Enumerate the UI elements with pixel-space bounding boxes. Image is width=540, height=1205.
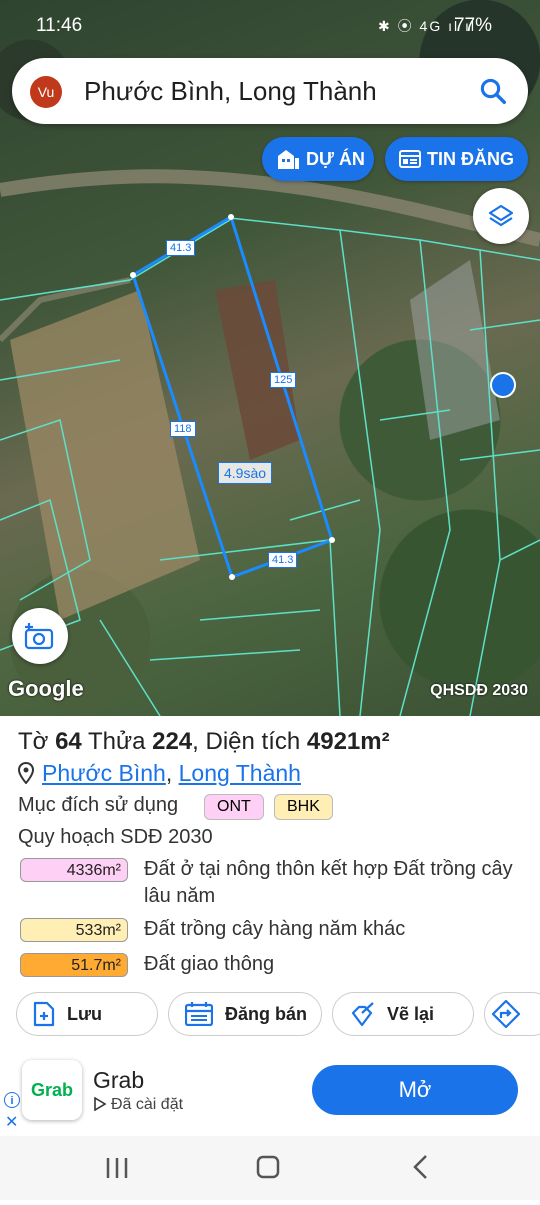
area-label: 4.9sào (218, 462, 273, 484)
redraw-label: Vẽ lại (387, 1003, 435, 1024)
open-app-button[interactable]: Mở (312, 1065, 518, 1115)
search-icon[interactable] (478, 76, 508, 106)
layers-button[interactable] (473, 188, 529, 244)
building-icon (278, 150, 299, 169)
thua-number: 224 (152, 728, 193, 755)
tag-ont: ONT (204, 794, 264, 820)
area-value: 4921m² (306, 728, 390, 755)
save-label: Lưu (67, 1003, 103, 1024)
edge-label-bottom: 41.3 (268, 552, 298, 568)
redraw-button[interactable]: Vẽ lại (332, 992, 474, 1036)
ad-info-icon[interactable]: i (4, 1092, 20, 1108)
tag-bhk: BHK (274, 794, 333, 820)
search-bar[interactable]: Vu Phước Bình, Long Thành (12, 58, 528, 124)
parcel-title: Tờ 64 Thửa 224, Diện tích 4921m² (18, 728, 390, 755)
nav-icons (106, 1155, 427, 1179)
status-time: 11:46 (36, 15, 83, 36)
recents-icon (106, 1158, 128, 1178)
avatar[interactable]: Vu (30, 76, 62, 108)
ad-banner[interactable]: i ✕ Grab Grab Đã cài đặt Mở (0, 1056, 540, 1136)
edge-label-right: 125 (270, 372, 297, 388)
listing-icon (399, 150, 421, 168)
land-use-area: 51.7m² (20, 953, 128, 977)
land-use-area: 533m² (20, 918, 128, 942)
calendar-list-icon (185, 1002, 213, 1026)
land-use-desc: Đất ở tại nông thôn kết hợp Đất trồng câ… (144, 858, 513, 907)
ward-link[interactable]: Phước Bình (42, 760, 166, 786)
play-store-icon (94, 1096, 107, 1112)
add-photo-icon (24, 623, 54, 650)
du-an-label: DỰ ÁN (306, 148, 365, 169)
draw-icon (351, 1002, 374, 1027)
plan-label: Quy hoạch SDĐ 2030 (18, 826, 213, 848)
camera-button[interactable] (12, 608, 68, 664)
overlay-label: QHSDĐ 2030 (430, 682, 528, 699)
tin-dang-label: TIN ĐĂNG (427, 148, 514, 169)
search-query[interactable]: Phước Bình, Long Thành (84, 76, 377, 107)
location-pin-icon (18, 762, 34, 784)
grab-logo: Grab (22, 1060, 82, 1120)
map-view[interactable]: 41.3 125 118 41.3 4.9sào 11:46 ✱ ⦿ 4G ıl… (0, 0, 540, 716)
purpose-label: Mục đích sử dụng (18, 794, 179, 816)
system-nav-bar (0, 1136, 540, 1200)
area-label-text: Diện tích (205, 728, 301, 755)
ad-app-name: Grab (93, 1067, 145, 1093)
tin-dang-button[interactable]: TIN ĐĂNG (385, 137, 528, 181)
add-document-icon (33, 1001, 55, 1027)
back-icon (413, 1155, 427, 1179)
my-location-dot (490, 372, 516, 398)
to-number: 64 (55, 728, 82, 755)
location-line: Phước Bình, Long Thành (18, 760, 301, 787)
save-button[interactable]: Lưu (16, 992, 158, 1036)
directions-icon (491, 999, 521, 1029)
ad-installed: Đã cài đặt (93, 1096, 183, 1114)
post-sale-label: Đăng bán (225, 1003, 308, 1024)
home-icon (256, 1155, 280, 1179)
post-sale-button[interactable]: Đăng bán (168, 992, 322, 1036)
edge-label-top: 41.3 (166, 240, 196, 256)
district-link[interactable]: Long Thành (179, 760, 301, 786)
battery-level: 77% (453, 15, 492, 36)
layers-icon (488, 204, 514, 227)
ad-installed-text: Đã cài đặt (111, 1096, 184, 1113)
parcel-panel: Tờ 64 Thửa 224, Diện tích 4921m² Phước B… (0, 716, 540, 1056)
status-bar: 11:46 ✱ ⦿ 4G ıl ıl 77% (0, 0, 540, 52)
edge-label-left: 118 (170, 421, 196, 437)
ad-close-icon[interactable]: ✕ (5, 1112, 18, 1132)
land-use-desc: Đất giao thông (144, 953, 275, 975)
directions-button[interactable] (484, 992, 540, 1036)
to-label: Tờ (18, 728, 49, 755)
land-use-desc: Đất trồng cây hàng năm khác (144, 918, 406, 940)
google-watermark: Google (8, 676, 84, 701)
thua-label: Thửa (88, 728, 146, 755)
land-use-area: 4336m² (20, 858, 128, 882)
du-an-button[interactable]: DỰ ÁN (262, 137, 374, 181)
